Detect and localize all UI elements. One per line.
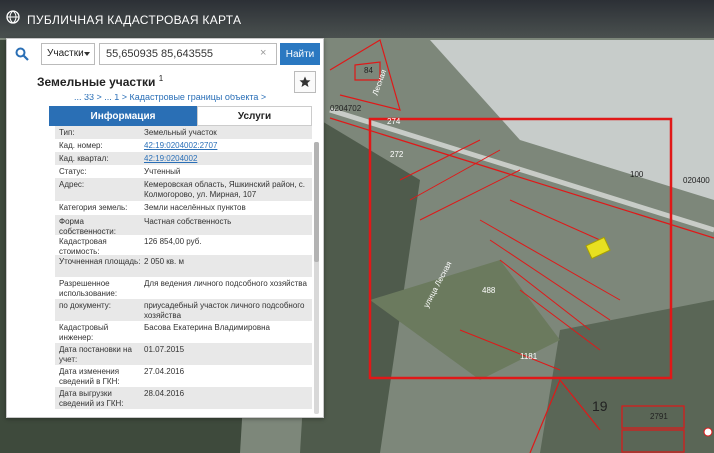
favorite-button[interactable]	[294, 71, 316, 93]
parcel-label-488: 488	[482, 286, 496, 295]
search-icon[interactable]	[7, 39, 37, 69]
row-value: Учтенный	[144, 167, 181, 176]
chevron-down-icon	[84, 52, 90, 56]
clear-icon[interactable]: ×	[260, 47, 266, 59]
table-row: Дата выгрузки сведений из ГКН: 28.04.2016	[55, 387, 312, 409]
row-value: 01.07.2015	[144, 345, 185, 354]
row-key: Дата постановки на учет:	[59, 345, 132, 364]
table-row: Адрес: Кемеровская область, Яшкинский рай…	[55, 178, 312, 201]
search-type-value: Участки	[47, 48, 84, 59]
row-key: Адрес:	[59, 180, 85, 189]
table-row: Дата постановки на учет: 01.07.2015	[55, 343, 312, 365]
table-row: Статус: Учтенный	[55, 165, 312, 178]
row-key: по документу:	[59, 301, 111, 310]
search-input[interactable]	[99, 43, 277, 65]
row-value: Земельный участок	[144, 128, 217, 137]
row-key: Уточненная площадь:	[59, 257, 141, 266]
table-row: Форма собственности: Частная собственност…	[55, 215, 312, 236]
table-row: Кадастровая стоимость: 126 854,00 руб.	[55, 235, 312, 256]
row-key: Кад. квартал:	[59, 154, 109, 163]
quarter-label-0204702: 0204702	[330, 104, 362, 113]
tab-services[interactable]: Услуги	[197, 106, 312, 126]
parcel-label-274: 274	[387, 117, 401, 126]
quarter-label-19: 19	[592, 398, 608, 414]
table-row: по документу: приусадебный участок личног…	[55, 299, 312, 321]
row-key: Дата выгрузки сведений из ГКН:	[59, 389, 124, 408]
parcel-label-1181: 1181	[520, 352, 538, 361]
row-key: Форма собственности:	[59, 217, 116, 236]
card-title-text: Земельные участки	[37, 75, 156, 89]
map-viewport[interactable]: 84 0204702 272 274 100 020400 1181 488 1…	[0, 0, 714, 453]
row-value: 27.04.2016	[144, 367, 185, 376]
scrollbar-thumb[interactable]	[314, 142, 319, 262]
table-row: Уточненная площадь: 2 050 кв. м	[55, 255, 312, 277]
search-type-select[interactable]: Участки	[41, 43, 95, 65]
parcel-label-272: 272	[390, 150, 404, 159]
row-key: Категория земель:	[59, 203, 128, 212]
cadastral-number-link[interactable]: 42:19:0204002:2707	[144, 141, 310, 151]
row-key: Кадастровый инженер:	[59, 323, 109, 342]
search-bar: Участки × Найти	[7, 39, 323, 69]
top-bar: ПУБЛИЧНАЯ КАДАСТРОВАЯ КАРТА	[0, 0, 714, 38]
row-key: Дата изменения сведений в ГКН:	[59, 367, 120, 386]
quarter-label-020400: 020400	[683, 176, 710, 185]
table-row: Категория земель: Земли населённых пункто…	[55, 201, 312, 215]
row-value: 2 050 кв. м	[144, 257, 184, 266]
table-row: Разрешенное использование: Для ведения ли…	[55, 277, 312, 299]
attribute-table: Тип: Земельный участок Кад. номер: 42:19:0…	[55, 126, 312, 409]
tab-information[interactable]: Информация	[49, 106, 197, 126]
table-row: Кадастровый инженер: Басова Екатерина Вла…	[55, 321, 312, 343]
row-key: Разрешенное использование:	[59, 279, 118, 298]
card-count: 1	[158, 74, 164, 83]
row-key: Тип:	[59, 128, 75, 137]
row-key: Кад. номер:	[59, 141, 103, 150]
breadcrumb[interactable]: ... 33 > ... 1 > Кадастровые границы объ…	[74, 94, 314, 102]
find-button[interactable]: Найти	[280, 43, 320, 65]
table-row: Дата изменения сведений в ГКН: 27.04.2016	[55, 365, 312, 387]
card-title: Земельные участки 1	[37, 74, 163, 89]
table-row: Тип: Земельный участок	[55, 126, 312, 139]
row-value: 126 854,00 руб.	[144, 237, 202, 246]
row-value: Кемеровская область, Яшкинский район, с.…	[144, 180, 306, 199]
table-row: Кад. номер: 42:19:0204002:2707	[55, 139, 312, 152]
parcel-label-100: 100	[630, 170, 644, 179]
map-marker	[703, 427, 713, 437]
star-icon	[299, 76, 311, 87]
row-value: Частная собственность	[144, 217, 232, 226]
parcel-label-2791: 2791	[650, 412, 668, 421]
row-key: Кадастровая стоимость:	[59, 237, 107, 256]
row-value: 28.04.2016	[144, 389, 185, 398]
row-value: приусадебный участок личного подсобного …	[144, 301, 305, 320]
table-row: Кад. квартал: 42:19:0204002	[55, 152, 312, 165]
row-key: Статус:	[59, 167, 87, 176]
parcel-label-84: 84	[364, 66, 373, 75]
row-value: Басова Екатерина Владимировна	[144, 323, 270, 332]
app-title: ПУБЛИЧНАЯ КАДАСТРОВАЯ КАРТА	[27, 13, 242, 27]
cadastral-quarter-link[interactable]: 42:19:0204002	[144, 154, 310, 164]
globe-icon	[6, 10, 20, 24]
row-value: Для ведения личного подсобного хозяйства	[144, 279, 307, 288]
panel-scrollbar[interactable]	[314, 142, 319, 414]
row-value: Земли населённых пунктов	[144, 203, 246, 212]
